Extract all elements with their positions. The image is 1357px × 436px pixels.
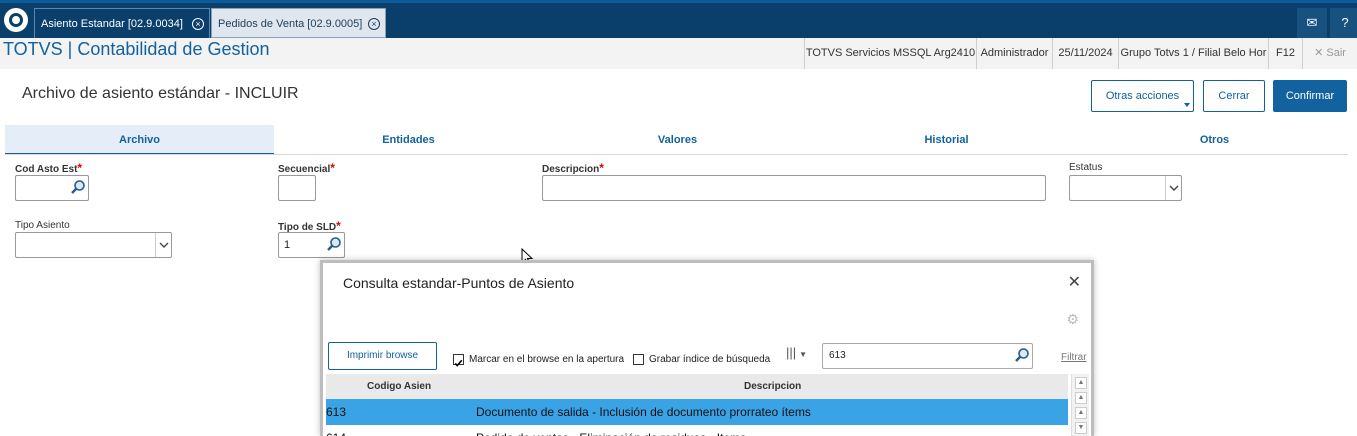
cell-description: Documento de salida - Inclusión de docum… (476, 405, 811, 419)
branch-info[interactable]: Grupo Totvs 1 / Filial Belo Hor (1118, 38, 1268, 69)
mark-browse-checkbox[interactable] (453, 354, 464, 367)
tab-otros[interactable]: Otros (1081, 125, 1348, 155)
search-icon[interactable] (1014, 347, 1030, 363)
cell-description: Pedido de ventas - Eliminación de residu… (476, 425, 746, 436)
help-key[interactable]: F12 (1268, 38, 1302, 69)
close-tab-icon[interactable]: × (368, 18, 380, 30)
other-actions-label: Otras acciones (1105, 90, 1180, 102)
descripcion-input[interactable] (542, 175, 1046, 201)
chevron-down-icon (155, 233, 171, 257)
close-tab-icon[interactable]: × (192, 18, 204, 30)
tipo-sld-label: Tipo de SLD* (278, 219, 341, 233)
tipo-asiento-label: Tipo Asiento (15, 220, 70, 231)
mark-browse-label: Marcar en el browse en la apertura (469, 354, 625, 365)
search-input[interactable]: 613 (822, 343, 1033, 369)
scroll-up-icon[interactable]: ▲ (1075, 407, 1087, 419)
tipo-asiento-select[interactable] (15, 232, 172, 258)
tab-label: Pedidos de Venta [02.9.0005] (218, 18, 363, 30)
tab-divider (5, 154, 1348, 155)
save-index-checkbox[interactable] (633, 354, 644, 365)
help-icon[interactable]: ? (1330, 8, 1357, 38)
tab-entidades[interactable]: Entidades (274, 125, 543, 155)
checkmark-icon (454, 359, 463, 367)
tab-pedidos-de-venta[interactable]: Pedidos de Venta [02.9.0005] × (211, 8, 386, 38)
app-window: Asiento Estandar [02.9.0034] × Pedidos d… (0, 0, 1357, 436)
close-button[interactable]: Cerrar (1203, 80, 1265, 112)
secuencial-label: Secuencial* (278, 161, 335, 175)
save-index-label: Grabar índice de búsqueda (649, 354, 771, 365)
date-info: 25/11/2024 (1052, 38, 1118, 69)
lookup-dialog: Consulta estandar-Puntos de Asiento ✕ ⚙ … (320, 260, 1094, 436)
table-row[interactable]: 614 Pedido de ventas - Eliminación de re… (326, 425, 1068, 436)
columns-icon: ||| (786, 345, 797, 360)
filter-link[interactable]: Filtrar (1061, 352, 1087, 363)
app-title: TOTVS | Contabilidad de Gestion (3, 39, 270, 59)
column-header-code[interactable]: Codigo Asien (367, 374, 431, 399)
mail-icon[interactable]: ✉ (1297, 8, 1327, 38)
estatus-label: Estatus (1069, 162, 1103, 173)
chevron-down-icon (1165, 176, 1181, 200)
estatus-select[interactable] (1069, 175, 1182, 201)
scroll-top-icon[interactable]: ▲ (1075, 377, 1087, 389)
print-browse-button[interactable]: Imprimir browse (328, 342, 437, 370)
exit-button[interactable]: ✕ Sair (1302, 38, 1357, 69)
cod-asto-est-label: Cod Asto Est* (15, 161, 83, 175)
search-icon[interactable] (326, 236, 342, 252)
gear-icon[interactable]: ⚙ (1066, 311, 1079, 328)
environment-info: TOTVS Servicios MSSQL Arg2410 (804, 38, 976, 69)
totvs-logo-icon[interactable] (4, 8, 28, 32)
search-icon[interactable] (70, 179, 86, 195)
top-tab-bar: Asiento Estandar [02.9.0034] × Pedidos d… (0, 0, 1357, 38)
close-icon[interactable]: ✕ (1068, 272, 1081, 292)
tab-valores[interactable]: Valores (543, 125, 812, 155)
descripcion-label: Descripcion* (542, 161, 604, 175)
tab-label: Asiento Estandar [02.9.0034] (41, 18, 183, 30)
form-title: Archivo de asiento estándar - INCLUIR (22, 85, 299, 102)
dropdown-caret-icon (1184, 103, 1190, 107)
chevron-down-icon: ▼ (799, 350, 808, 359)
scroll-down-icon[interactable]: ▼ (1075, 422, 1087, 434)
table-row[interactable]: 613 Documento de salida - Inclusión de d… (326, 399, 1068, 425)
cell-code: 613 (326, 405, 347, 419)
other-actions-button[interactable]: Otras acciones (1091, 80, 1194, 112)
app-header: TOTVS | Contabilidad de Gestion TOTVS Se… (0, 38, 1357, 69)
cell-code: 614 (326, 425, 346, 436)
tab-archivo[interactable]: Archivo (5, 125, 274, 155)
scroll-page-up-icon[interactable]: ▲ (1075, 392, 1087, 404)
tipo-sld-input[interactable]: 1 (278, 232, 345, 258)
exit-label: Sair (1326, 47, 1346, 59)
cod-asto-est-input[interactable] (15, 175, 89, 201)
secuencial-input[interactable] (278, 175, 316, 201)
table-header: Codigo Asien Descripcion (326, 374, 1068, 399)
tab-asiento-estandar[interactable]: Asiento Estandar [02.9.0034] × (34, 8, 210, 38)
columns-selector[interactable]: ||| ▼ (786, 345, 822, 369)
close-icon: ✕ (1314, 47, 1324, 59)
dialog-title: Consulta estandar-Puntos de Asiento (343, 275, 575, 291)
tab-historial[interactable]: Historial (812, 125, 1081, 155)
column-header-description[interactable]: Descripcion (744, 374, 801, 399)
confirm-button[interactable]: Confirmar (1273, 80, 1347, 112)
user-info: Administrador (976, 38, 1052, 69)
vertical-scrollbar[interactable]: ▲ ▲ ▲ ▼ (1071, 374, 1089, 436)
